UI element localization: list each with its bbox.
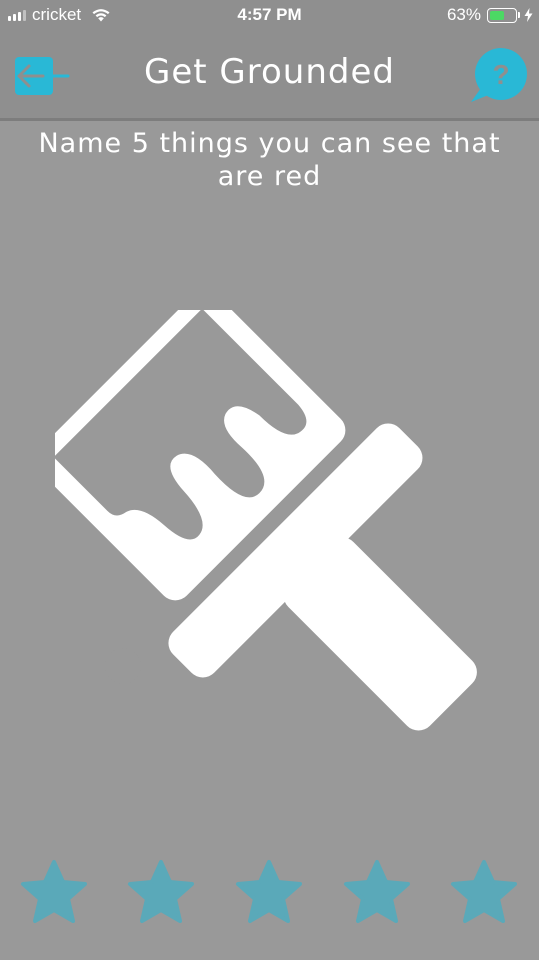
status-right: 63% (447, 5, 533, 25)
battery-level-fill (490, 10, 505, 20)
page-title: Get Grounded (144, 52, 395, 92)
star-icon[interactable] (449, 858, 519, 928)
help-button[interactable]: ? (467, 48, 529, 106)
paint-brush-icon (55, 310, 477, 731)
status-bar: cricket 4:57 PM 63% (0, 0, 539, 34)
exercise-prompt: Name 5 things you can see that are red (38, 128, 501, 192)
exit-arrow-icon (15, 57, 70, 95)
question-bubble-icon: ? (471, 48, 527, 102)
app-header: Get Grounded ? (0, 34, 539, 121)
star-icon[interactable] (126, 858, 196, 928)
back-button[interactable] (12, 54, 70, 100)
charging-bolt-icon (524, 8, 533, 22)
star-icon[interactable] (19, 858, 89, 928)
star-icon[interactable] (234, 858, 304, 928)
battery-icon (487, 7, 517, 23)
battery-cap (518, 12, 520, 18)
star-icon[interactable] (342, 858, 412, 928)
battery-percentage: 63% (446, 5, 481, 24)
svg-text:?: ? (492, 59, 509, 90)
star-rating (0, 858, 539, 928)
